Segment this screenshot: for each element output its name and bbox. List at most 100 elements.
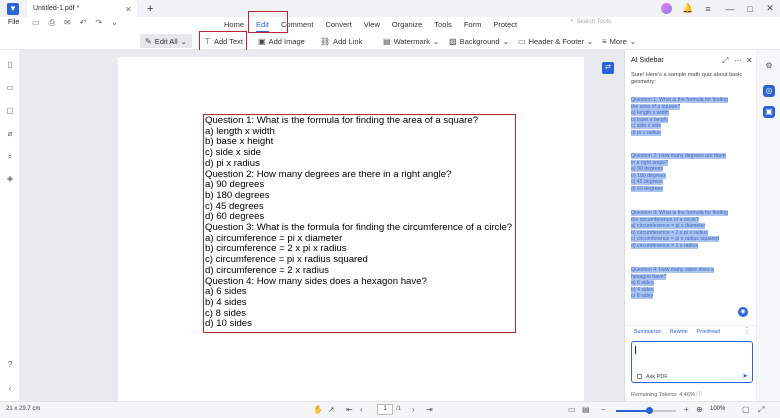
file-menu[interactable]: File: [8, 19, 19, 26]
bookmark-icon[interactable]: ▯: [5, 60, 15, 70]
ai-sidebar-icon[interactable]: ◎: [763, 85, 775, 97]
page-number-input[interactable]: 1: [377, 404, 393, 415]
edit-all-button[interactable]: ✎ Edit All ⌄: [140, 34, 192, 48]
comment-icon[interactable]: ▢: [5, 106, 15, 116]
tab-rewrite[interactable]: Rewrite: [670, 329, 688, 335]
view-mode-icon[interactable]: ▤: [582, 405, 590, 414]
close-tab-icon[interactable]: ×: [126, 4, 131, 14]
more-options-icon[interactable]: ⋮: [743, 326, 751, 335]
background-label: Background: [459, 36, 500, 46]
next-page-icon[interactable]: ›: [412, 405, 415, 414]
menu-convert[interactable]: Convert: [319, 20, 357, 29]
collapse-icon[interactable]: ‹: [5, 384, 15, 394]
chevron-down-icon: ⌄: [587, 36, 594, 46]
save-icon[interactable]: ▭: [32, 18, 40, 28]
profile-avatar[interactable]: [661, 3, 672, 14]
maximize-icon[interactable]: □: [740, 4, 760, 14]
presentation-icon[interactable]: ▢: [742, 405, 750, 414]
zoom-level[interactable]: 100%: [710, 406, 725, 412]
add-image-label: Add Image: [268, 36, 305, 46]
zoom-in-icon[interactable]: +: [684, 405, 689, 414]
send-icon[interactable]: ➤: [742, 372, 748, 380]
quiz-line: d) pi x radius: [205, 157, 260, 169]
prev-page-icon[interactable]: ‹: [360, 405, 363, 414]
more-options-icon[interactable]: ⋯: [734, 56, 742, 65]
ai-line: Question 2: How many degrees are there i…: [631, 153, 726, 166]
zoom-slider-knob[interactable]: [646, 407, 653, 414]
watermark-button[interactable]: ▤ Watermark ⌄: [383, 34, 439, 48]
email-icon[interactable]: ✉: [64, 18, 71, 28]
ai-line: Question 1: What is the formula for find…: [631, 97, 728, 110]
undo-icon[interactable]: ↶: [80, 18, 87, 28]
add-text-label: Add Text: [213, 36, 244, 46]
tab-summarize[interactable]: Summarize: [634, 329, 661, 335]
fullscreen-icon[interactable]: ⤢: [758, 405, 764, 415]
print-icon[interactable]: ⎙: [49, 18, 55, 28]
menu-protect[interactable]: Protect: [487, 20, 523, 29]
edit-toolbar: ✎ Edit All ⌄ ⊤ Add Text ▣ Add Image ⛓ Ad…: [0, 33, 780, 50]
attachment-icon[interactable]: ⌀: [5, 129, 15, 139]
dropdown-icon[interactable]: ⌄: [111, 18, 118, 28]
ai-line: a) 90 degrees: [631, 166, 664, 173]
zoom-slider[interactable]: [616, 407, 676, 414]
ai-assistant-icon[interactable]: ◉: [738, 307, 748, 317]
properties-icon[interactable]: ⚙: [763, 60, 775, 72]
menu-edit[interactable]: Edit: [250, 20, 275, 32]
minimize-icon[interactable]: —: [720, 4, 740, 14]
ai-line: a) length x width: [631, 110, 669, 117]
menu-organize[interactable]: Organize: [386, 20, 428, 29]
translate-icon[interactable]: ⇄: [602, 62, 614, 74]
tab-proofread[interactable]: Proofread: [697, 329, 720, 335]
help-icon[interactable]: ?: [5, 360, 15, 370]
ai-answer-q4: Question 4: How many sides does a hexago…: [631, 267, 731, 300]
menu-comment[interactable]: Comment: [275, 20, 320, 29]
menu-view[interactable]: View: [358, 20, 386, 29]
add-image-button[interactable]: ▣ Add Image: [258, 34, 305, 48]
menu-tools[interactable]: Tools: [428, 20, 458, 29]
menu-form[interactable]: Form: [458, 20, 488, 29]
document-tab[interactable]: Untitled-1.pdf * ×: [27, 0, 137, 17]
status-bar: 21 x 29.7 cm ✋ ➚ ⇤ ‹ 1 /1 › ⇥ ▭ ▤ − + ⊕ …: [0, 401, 780, 418]
header-footer-button[interactable]: ▭ Header & Footer ⌄: [518, 34, 593, 48]
layers-icon[interactable]: ◈: [5, 174, 15, 184]
zoom-fit-icon[interactable]: ⊕: [696, 405, 703, 414]
hand-tool-icon[interactable]: ✋: [313, 405, 323, 414]
menu-items: Home Edit Comment Convert View Organize …: [218, 17, 523, 32]
search-icon[interactable]: ⌕: [5, 152, 15, 162]
info-icon[interactable]: ⓘ: [696, 392, 702, 398]
fit-page-icon[interactable]: ▭: [568, 405, 576, 414]
select-tool-icon[interactable]: ➚: [328, 405, 335, 414]
search-tools[interactable]: ⌕ Search Tools: [570, 18, 611, 25]
chevron-down-icon: ⌄: [502, 36, 509, 46]
ai-line: a) 6 sides: [631, 280, 654, 287]
close-window-icon[interactable]: ✕: [760, 3, 780, 14]
ai-chat-input[interactable]: Ask PDF ➤: [631, 341, 753, 383]
header-footer-icon: ▭: [518, 36, 526, 46]
quiz-line: Question 4: How many sides does a hexago…: [205, 275, 427, 287]
add-link-button[interactable]: ⛓ Add Link: [320, 34, 362, 48]
ask-pdf-checkbox[interactable]: [637, 374, 642, 379]
thumbnail-icon[interactable]: ▭: [5, 83, 15, 93]
redo-icon[interactable]: ↷: [95, 18, 102, 28]
link-icon: ⛓: [320, 36, 331, 46]
close-icon[interactable]: ✕: [746, 56, 753, 65]
quiz-line: b) 4 sides: [205, 296, 247, 308]
ai-line: c) side x side: [631, 123, 662, 130]
ai-line: b) 180 degrees: [631, 172, 666, 179]
more-button[interactable]: ≡ More ⌄: [602, 34, 636, 48]
first-page-icon[interactable]: ⇤: [346, 405, 353, 414]
last-page-icon[interactable]: ⇥: [426, 405, 433, 414]
edit-all-label: Edit All: [154, 36, 178, 46]
zoom-out-icon[interactable]: −: [601, 405, 606, 414]
menu-icon[interactable]: ≡: [700, 4, 716, 14]
background-button[interactable]: ▧ Background ⌄: [449, 34, 509, 48]
add-tab-icon[interactable]: +: [147, 3, 153, 15]
add-text-button[interactable]: ⊤ Add Text: [204, 34, 243, 48]
expand-icon[interactable]: ⤢: [722, 56, 728, 66]
menu-home[interactable]: Home: [218, 20, 250, 29]
chat-icon[interactable]: ▣: [763, 106, 775, 118]
bell-icon[interactable]: 🔔: [680, 3, 696, 14]
add-text-icon: ⊤: [204, 36, 211, 46]
quiz-text-block[interactable]: Question 1: What is the formula for find…: [205, 115, 513, 330]
chevron-down-icon: ⌄: [629, 36, 637, 46]
